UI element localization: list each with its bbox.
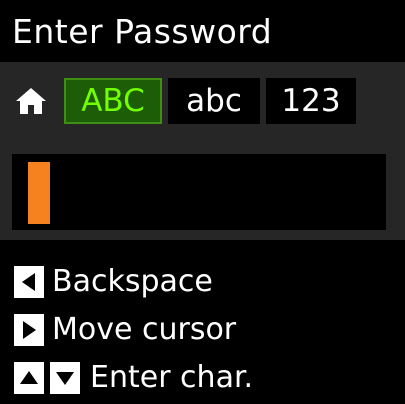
right-arrow-icon — [14, 314, 44, 346]
password-entry-screen: Enter Password ABC abc 123 Backspace Mov… — [0, 0, 405, 404]
help-text-move-cursor: Move cursor — [52, 312, 237, 347]
help-text-backspace: Backspace — [52, 264, 213, 299]
input-mode-bar: ABC abc 123 — [0, 62, 405, 140]
tab-numbers[interactable]: 123 — [266, 78, 356, 124]
help-text-enter-char: Enter char. — [90, 360, 254, 395]
tab-uppercase[interactable]: ABC — [64, 78, 162, 124]
up-arrow-icon — [14, 362, 44, 394]
home-icon[interactable] — [16, 88, 46, 114]
down-arrow-icon — [50, 362, 80, 394]
page-title: Enter Password — [12, 12, 273, 51]
password-input[interactable] — [12, 154, 386, 230]
left-arrow-icon — [14, 266, 44, 298]
text-cursor — [28, 162, 50, 224]
tab-lowercase[interactable]: abc — [168, 78, 260, 124]
